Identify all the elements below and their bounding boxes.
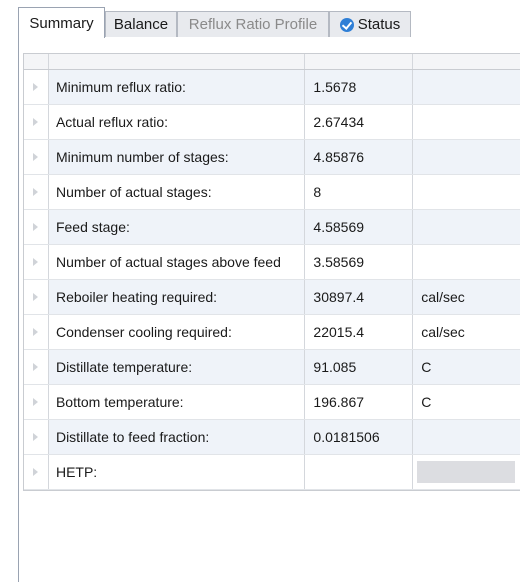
row-selector[interactable] [24,105,49,139]
row-arrow-icon [33,83,39,91]
row-selector[interactable] [24,175,49,209]
row-unit[interactable] [413,455,521,489]
table-row[interactable]: Actual reflux ratio: 2.67434 [24,105,521,140]
row-value[interactable]: 2.67434 [305,105,414,139]
table-row[interactable]: Number of actual stages: 8 [24,175,521,210]
grid-header-row [24,54,521,70]
table-row[interactable]: Minimum reflux ratio: 1.5678 [24,70,521,105]
row-arrow-icon [33,468,39,476]
results-grid: Minimum reflux ratio: 1.5678 Actual reflux… [23,53,521,491]
tab-summary[interactable]: Summary [18,7,105,38]
row-unit[interactable] [413,105,521,139]
row-unit[interactable]: C [413,385,521,419]
row-arrow-icon [33,258,39,266]
table-row[interactable]: Distillate temperature: 91.085 C [24,350,521,385]
table-row[interactable]: Bottom temperature: 196.867 C [24,385,521,420]
row-selector[interactable] [24,140,49,174]
row-arrow-icon [33,363,39,371]
row-unit[interactable] [413,175,521,209]
row-value[interactable]: 22015.4 [305,315,414,349]
table-row[interactable]: Condenser cooling required: 22015.4 cal/se… [24,315,521,350]
row-unit[interactable] [413,210,521,244]
row-value[interactable]: 4.85876 [305,140,414,174]
row-value[interactable]: 8 [305,175,414,209]
row-value[interactable]: 0.0181506 [305,420,414,454]
tab-status-label: Status [357,16,401,33]
hetp-unit-placeholder[interactable] [417,461,516,483]
row-label: Distillate temperature: [48,350,306,384]
row-arrow-icon [33,328,39,336]
row-label: Bottom temperature: [48,385,306,419]
row-value[interactable]: 3.58569 [305,245,414,279]
header-selector-cell [24,54,49,69]
row-selector[interactable] [24,315,49,349]
row-selector[interactable] [24,280,49,314]
row-label: Distillate to feed fraction: [48,420,306,454]
row-value[interactable]: 30897.4 [305,280,414,314]
row-unit[interactable]: cal/sec [413,315,521,349]
row-arrow-icon [33,153,39,161]
row-arrow-icon [33,293,39,301]
tab-balance-label: Balance [113,16,169,33]
row-arrow-icon [33,118,39,126]
row-value[interactable]: 4.58569 [305,210,414,244]
header-label-cell[interactable] [48,54,306,69]
row-selector[interactable] [24,385,49,419]
row-label: Reboiler heating required: [48,280,306,314]
summary-panel: Minimum reflux ratio: 1.5678 Actual reflux… [18,37,524,582]
row-arrow-icon [33,223,39,231]
row-selector[interactable] [24,455,49,489]
row-label: HETP: [48,455,306,489]
row-selector[interactable] [24,350,49,384]
row-selector[interactable] [24,70,49,104]
table-row[interactable]: Distillate to feed fraction: 0.0181506 [24,420,521,455]
tab-balance[interactable]: Balance [105,11,177,37]
table-row[interactable]: Number of actual stages above feed 3.5856… [24,245,521,280]
header-value-cell[interactable] [305,54,414,69]
row-label: Minimum number of stages: [48,140,306,174]
row-label: Minimum reflux ratio: [48,70,306,104]
row-value[interactable]: 91.085 [305,350,414,384]
row-label: Condenser cooling required: [48,315,306,349]
row-unit[interactable] [413,70,521,104]
row-arrow-icon [33,188,39,196]
row-arrow-icon [33,433,39,441]
tab-status[interactable]: Status [329,11,411,37]
row-value[interactable]: 1.5678 [305,70,414,104]
row-unit[interactable]: C [413,350,521,384]
header-unit-cell[interactable] [413,54,521,69]
table-row[interactable]: HETP: [24,455,521,490]
tab-reflux-ratio-profile[interactable]: Reflux Ratio Profile [177,11,329,37]
row-unit[interactable] [413,420,521,454]
tab-reflux-ratio-profile-label: Reflux Ratio Profile [188,16,318,33]
row-unit[interactable] [413,140,521,174]
table-row[interactable]: Reboiler heating required: 30897.4 cal/sec [24,280,521,315]
table-row[interactable]: Feed stage: 4.58569 [24,210,521,245]
row-selector[interactable] [24,245,49,279]
row-value[interactable]: 196.867 [305,385,414,419]
row-selector[interactable] [24,420,49,454]
row-arrow-icon [33,398,39,406]
tab-strip: Summary Balance Reflux Ratio Profile Sta… [0,0,524,38]
check-circle-icon [339,17,354,32]
row-label: Number of actual stages: [48,175,306,209]
row-selector[interactable] [24,210,49,244]
tab-summary-label: Summary [29,14,94,32]
row-value[interactable] [305,455,414,489]
row-label: Actual reflux ratio: [48,105,306,139]
row-unit[interactable]: cal/sec [413,280,521,314]
row-label: Feed stage: [48,210,306,244]
row-unit[interactable] [413,245,521,279]
table-row[interactable]: Minimum number of stages: 4.85876 [24,140,521,175]
row-label: Number of actual stages above feed [48,245,306,279]
